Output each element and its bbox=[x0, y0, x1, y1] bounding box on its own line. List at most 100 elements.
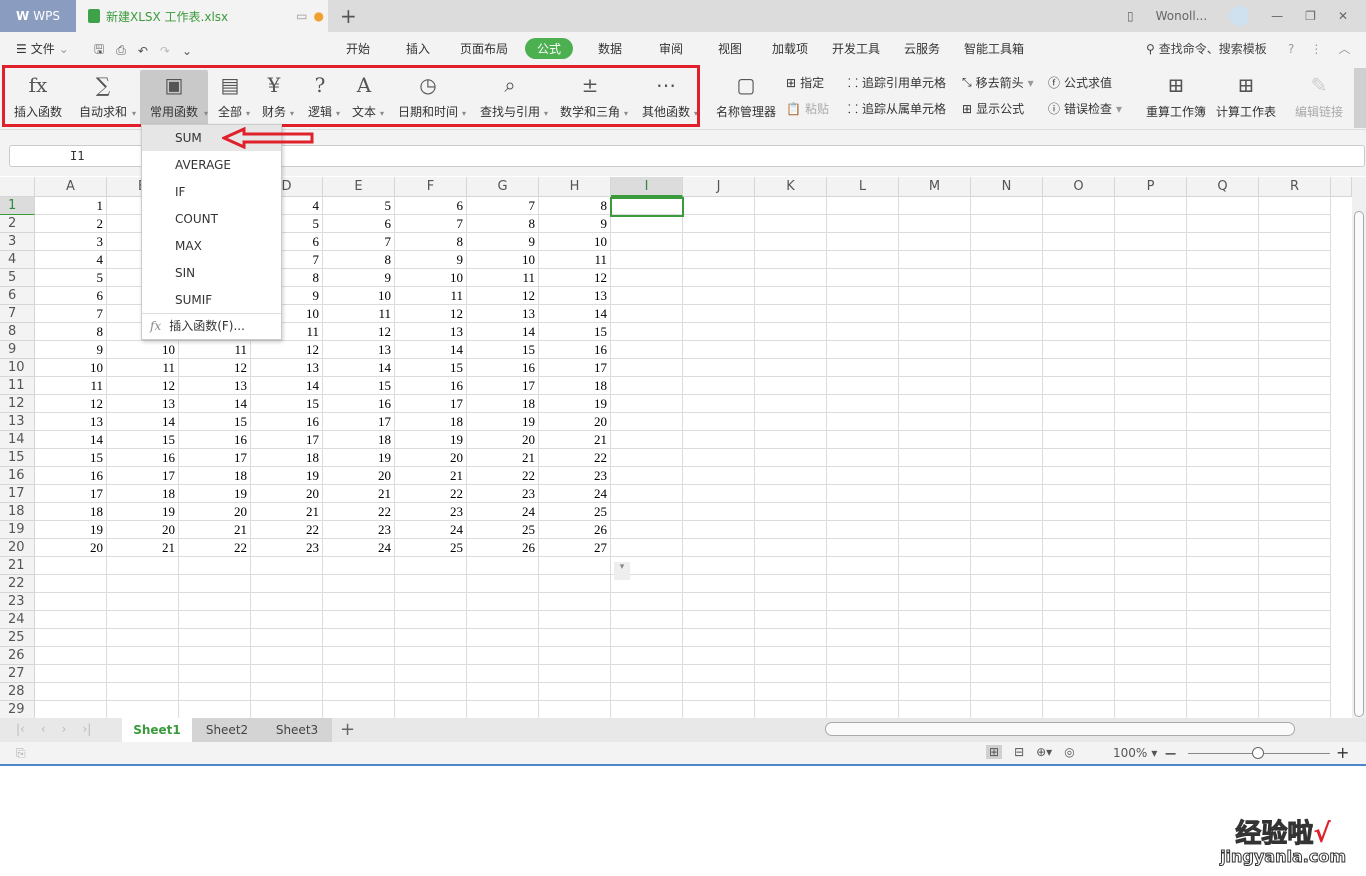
cell-E11[interactable]: 15 bbox=[323, 377, 395, 395]
cell-D12[interactable]: 15 bbox=[251, 395, 323, 413]
avatar[interactable] bbox=[1229, 6, 1250, 26]
cell-L3[interactable] bbox=[827, 233, 899, 251]
cell-H13[interactable]: 20 bbox=[539, 413, 611, 431]
cell-A24[interactable] bbox=[35, 611, 107, 629]
cell-Q19[interactable] bbox=[1187, 521, 1259, 539]
cell-R21[interactable] bbox=[1259, 557, 1331, 575]
customize-icon[interactable]: ⌄ bbox=[182, 44, 192, 58]
cell-N10[interactable] bbox=[971, 359, 1043, 377]
ribbon-button-11[interactable]: ▢ 名称管理器 bbox=[710, 70, 782, 126]
cell-K21[interactable] bbox=[755, 557, 827, 575]
cell-F17[interactable]: 22 bbox=[395, 485, 467, 503]
cell-H27[interactable] bbox=[539, 665, 611, 683]
new-tab-button[interactable]: + bbox=[340, 4, 357, 28]
cell-Q12[interactable] bbox=[1187, 395, 1259, 413]
cell-Q14[interactable] bbox=[1187, 431, 1259, 449]
restore-button[interactable]: ❐ bbox=[1305, 9, 1316, 23]
cell-O15[interactable] bbox=[1043, 449, 1115, 467]
cell-P9[interactable] bbox=[1115, 341, 1187, 359]
cell-A22[interactable] bbox=[35, 575, 107, 593]
cell-K7[interactable] bbox=[755, 305, 827, 323]
cell-M2[interactable] bbox=[899, 215, 971, 233]
cell-A7[interactable]: 7 bbox=[35, 305, 107, 323]
command-search[interactable]: ⚲ 查找命令、搜索模板 bbox=[1146, 40, 1267, 57]
cell-D29[interactable] bbox=[251, 701, 323, 719]
cell-J10[interactable] bbox=[683, 359, 755, 377]
cell-E23[interactable] bbox=[323, 593, 395, 611]
horizontal-scrollbar[interactable] bbox=[825, 722, 1295, 736]
cell-P28[interactable] bbox=[1115, 683, 1187, 701]
cell-R23[interactable] bbox=[1259, 593, 1331, 611]
cell-K26[interactable] bbox=[755, 647, 827, 665]
cell-A17[interactable]: 17 bbox=[35, 485, 107, 503]
cell-P20[interactable] bbox=[1115, 539, 1187, 557]
cell-F23[interactable] bbox=[395, 593, 467, 611]
tab-7[interactable]: 加载项 bbox=[772, 40, 808, 57]
column-header-R[interactable]: R bbox=[1259, 177, 1331, 197]
cell-C15[interactable]: 17 bbox=[179, 449, 251, 467]
tab-9[interactable]: 云服务 bbox=[904, 40, 940, 57]
scroll-thumb[interactable] bbox=[1354, 211, 1364, 717]
cell-R9[interactable] bbox=[1259, 341, 1331, 359]
more-icon[interactable]: ⋮ bbox=[1310, 42, 1322, 56]
cell-M24[interactable] bbox=[899, 611, 971, 629]
cell-E27[interactable] bbox=[323, 665, 395, 683]
cell-F2[interactable]: 7 bbox=[395, 215, 467, 233]
insert-function-item[interactable]: fx 插入函数(F)... bbox=[142, 313, 281, 339]
cell-J7[interactable] bbox=[683, 305, 755, 323]
cell-E9[interactable]: 13 bbox=[323, 341, 395, 359]
cell-B28[interactable] bbox=[107, 683, 179, 701]
cell-B27[interactable] bbox=[107, 665, 179, 683]
cell-A12[interactable]: 12 bbox=[35, 395, 107, 413]
cell-D18[interactable]: 21 bbox=[251, 503, 323, 521]
cell-O21[interactable] bbox=[1043, 557, 1115, 575]
cell-D23[interactable] bbox=[251, 593, 323, 611]
cell-Q1[interactable] bbox=[1187, 197, 1259, 215]
cell-K10[interactable] bbox=[755, 359, 827, 377]
row-header-12[interactable]: 12 bbox=[0, 395, 35, 413]
monitor-icon[interactable]: ▭ bbox=[296, 9, 307, 23]
cell-P24[interactable] bbox=[1115, 611, 1187, 629]
cell-Q28[interactable] bbox=[1187, 683, 1259, 701]
cell-M18[interactable] bbox=[899, 503, 971, 521]
cell-G29[interactable] bbox=[467, 701, 539, 719]
cell-E4[interactable]: 8 bbox=[323, 251, 395, 269]
cell-K1[interactable] bbox=[755, 197, 827, 215]
cell-J8[interactable] bbox=[683, 323, 755, 341]
cell-L11[interactable] bbox=[827, 377, 899, 395]
cell-B18[interactable]: 19 bbox=[107, 503, 179, 521]
cell-O8[interactable] bbox=[1043, 323, 1115, 341]
cell-F18[interactable]: 23 bbox=[395, 503, 467, 521]
cell-Q8[interactable] bbox=[1187, 323, 1259, 341]
cell-G23[interactable] bbox=[467, 593, 539, 611]
cell-H16[interactable]: 23 bbox=[539, 467, 611, 485]
cell-M20[interactable] bbox=[899, 539, 971, 557]
cell-O17[interactable] bbox=[1043, 485, 1115, 503]
cell-B20[interactable]: 21 bbox=[107, 539, 179, 557]
prev-sheet-icon[interactable]: ‹ bbox=[41, 722, 46, 736]
cell-R16[interactable] bbox=[1259, 467, 1331, 485]
cell-G7[interactable]: 13 bbox=[467, 305, 539, 323]
column-header-L[interactable]: L bbox=[827, 177, 899, 197]
cell-A6[interactable]: 6 bbox=[35, 287, 107, 305]
cell-K28[interactable] bbox=[755, 683, 827, 701]
column-header-A[interactable]: A bbox=[35, 177, 107, 197]
cell-C19[interactable]: 21 bbox=[179, 521, 251, 539]
cell-H23[interactable] bbox=[539, 593, 611, 611]
cell-E28[interactable] bbox=[323, 683, 395, 701]
cell-I4[interactable] bbox=[611, 251, 683, 269]
cell-N4[interactable] bbox=[971, 251, 1043, 269]
cell-K12[interactable] bbox=[755, 395, 827, 413]
cell-M8[interactable] bbox=[899, 323, 971, 341]
cell-M5[interactable] bbox=[899, 269, 971, 287]
row-header-15[interactable]: 15 bbox=[0, 449, 35, 467]
cell-E7[interactable]: 11 bbox=[323, 305, 395, 323]
cell-O27[interactable] bbox=[1043, 665, 1115, 683]
cell-M25[interactable] bbox=[899, 629, 971, 647]
cell-I24[interactable] bbox=[611, 611, 683, 629]
cell-G17[interactable]: 23 bbox=[467, 485, 539, 503]
zoom-slider-handle[interactable] bbox=[1252, 747, 1264, 759]
cell-H1[interactable]: 8 bbox=[539, 197, 611, 215]
cell-H9[interactable]: 16 bbox=[539, 341, 611, 359]
cell-G18[interactable]: 24 bbox=[467, 503, 539, 521]
